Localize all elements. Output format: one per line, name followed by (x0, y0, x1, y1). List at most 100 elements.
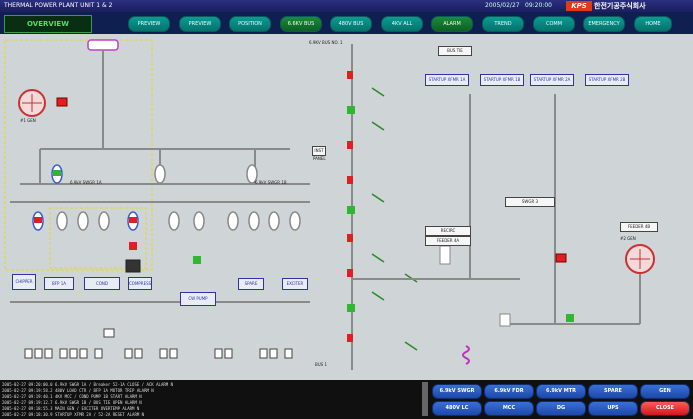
load-15[interactable] (269, 348, 278, 359)
feeder-breaker-green[interactable] (193, 256, 201, 264)
nav-button-3[interactable]: POSITION (229, 16, 271, 32)
bottom-button-mtr[interactable]: 6.9kV MTR (536, 384, 586, 399)
load-3[interactable] (44, 348, 53, 359)
nav-button-2[interactable]: PREVIEW (179, 16, 221, 32)
load-11[interactable] (169, 348, 178, 359)
feeder-box-chipper[interactable]: CHIPPER (12, 274, 36, 290)
nav-button-1[interactable]: PREVIEW (128, 16, 170, 32)
sw-8[interactable] (347, 304, 355, 312)
load-5[interactable] (69, 348, 78, 359)
feeder-xfmr-4[interactable] (98, 211, 110, 231)
nav-bar: OVERVIEW PREVIEW PREVIEW POSITION 6.6KV … (0, 12, 693, 34)
sw-1[interactable] (347, 71, 353, 79)
motor-icon[interactable] (125, 259, 141, 273)
feeder-xfmr-3[interactable] (77, 211, 89, 231)
load-13[interactable] (224, 348, 233, 359)
load-17[interactable] (103, 328, 115, 338)
nav-button-9[interactable]: COMM (533, 16, 575, 32)
bottom-button-lc[interactable]: 480V LC (432, 401, 482, 416)
nav-button-4[interactable]: 6.6KV BUS (280, 16, 322, 32)
nav-button-6[interactable]: 4KV ALL (381, 16, 423, 32)
feeder-breaker-red[interactable] (129, 242, 137, 250)
title-bar: THERMAL POWER PLANT UNIT 1 & 2 2005/02/2… (0, 0, 693, 12)
overview-button[interactable]: OVERVIEW (4, 15, 92, 33)
feeder-xfmr-11[interactable] (289, 211, 301, 231)
feeder-box-4[interactable]: STARTUP XFMR 2B (585, 74, 629, 86)
bottom-button-fdr[interactable]: 6.9kV FDR (484, 384, 534, 399)
feeder-xfmr-5-status (129, 217, 137, 223)
feeder-box-compress[interactable]: COMPRESS (128, 277, 152, 290)
nav-button-7[interactable]: ALARM (431, 16, 473, 32)
ds-2[interactable] (371, 121, 385, 131)
load-9[interactable] (134, 348, 143, 359)
feeder-xfmr-6[interactable] (168, 211, 180, 231)
bottom-panel: 2005-02-27 09:20:00.0 6.9kV SWGR 1A / Br… (0, 380, 693, 419)
load-10[interactable] (159, 348, 168, 359)
feeder-row (32, 211, 301, 273)
bottom-button-gen[interactable]: GEN (640, 384, 690, 399)
nav-button-11[interactable]: HOME (634, 16, 672, 32)
time-display: 09:20:00 (525, 2, 552, 9)
right-xfmr-bottom[interactable] (499, 313, 511, 327)
ds-3[interactable] (371, 193, 385, 203)
feeder-xfmr-2[interactable] (56, 211, 68, 231)
feeder-xfmr-10[interactable] (268, 211, 280, 231)
bottom-button-dg[interactable]: DG (536, 401, 586, 416)
log-row: 2005-02-27 09:18:30.9 STARTUP XFMR 2A / … (2, 412, 145, 417)
top-transformer-box[interactable] (87, 39, 119, 51)
load-2[interactable] (34, 348, 43, 359)
load-8[interactable] (124, 348, 133, 359)
bottom-button-ups[interactable]: UPS (588, 401, 638, 416)
load-1[interactable] (24, 348, 33, 359)
nav-button-10[interactable]: EMERGENCY (583, 16, 625, 32)
right-breaker-green[interactable] (566, 314, 574, 322)
bottom-button-spare[interactable]: SPARE (588, 384, 638, 399)
nav-button-5[interactable]: 480V BUS (330, 16, 372, 32)
load-16[interactable] (284, 348, 293, 359)
sw-7[interactable] (347, 269, 353, 277)
feeder-xfmr-9[interactable] (248, 211, 260, 231)
main-bus-label-b: 6.9kV SWGR 1B (255, 180, 287, 185)
load-12[interactable] (214, 348, 223, 359)
feeder-xfmr-8[interactable] (227, 211, 239, 231)
log-scrollbar[interactable] (422, 382, 428, 416)
sw-3[interactable] (347, 141, 353, 149)
ds-5[interactable] (371, 291, 385, 301)
right-label-bus-tie: BUS TIE (438, 46, 472, 56)
feeder-box-2[interactable]: STARTUP XFMR 1B (480, 74, 524, 86)
load-4[interactable] (59, 348, 68, 359)
feeder-box-1[interactable]: STARTUP XFMR 1A (425, 74, 469, 86)
sw-4[interactable] (347, 176, 353, 184)
ground-symbol (462, 345, 470, 365)
sw-2[interactable] (347, 106, 355, 114)
load-7[interactable] (94, 348, 103, 359)
right-label-swgr3: SWGR 3 (505, 197, 555, 207)
bottom-button-close[interactable]: CLOSE (640, 401, 690, 416)
right-label-feeder4a: FEEDER 4A (425, 236, 471, 246)
right-breaker-red[interactable] (555, 253, 567, 263)
gen-breaker-left[interactable] (56, 97, 68, 107)
ds-7[interactable] (404, 341, 418, 351)
nav-button-8[interactable]: TREND (482, 16, 524, 32)
event-log: 2005-02-27 09:20:00.0 6.9kV SWGR 1A / Br… (2, 382, 422, 418)
right-xfmr-left[interactable] (439, 245, 451, 265)
bottom-button-swgr[interactable]: 6.9kV SWGR (432, 384, 482, 399)
feeder-box-cond[interactable]: COND (84, 277, 120, 290)
sw-5[interactable] (347, 206, 355, 214)
xfmr-2-icon[interactable] (154, 164, 166, 184)
bottom-button-mcc[interactable]: MCC (484, 401, 534, 416)
feeder-box-spare[interactable]: SPARE (238, 278, 264, 290)
sw-9[interactable] (347, 334, 353, 342)
feeder-box-exciter[interactable]: EXCITER (282, 278, 308, 290)
ds-4[interactable] (371, 253, 385, 263)
feeder-xfmr-7[interactable] (193, 211, 205, 231)
load-14[interactable] (259, 348, 268, 359)
feeder-xfmr-1-status (34, 217, 42, 223)
feeder-box-3[interactable]: STARTUP XFMR 2A (530, 74, 574, 86)
sw-6[interactable] (347, 234, 353, 242)
main-bus-label-a: 6.9kV SWGR 1A (70, 180, 102, 185)
load-6[interactable] (79, 348, 88, 359)
ds-1[interactable] (371, 87, 385, 97)
feeder-box-bfp[interactable]: BFP 1A (44, 277, 74, 290)
feeder-box-cw-pump[interactable]: CW PUMP (180, 292, 216, 306)
